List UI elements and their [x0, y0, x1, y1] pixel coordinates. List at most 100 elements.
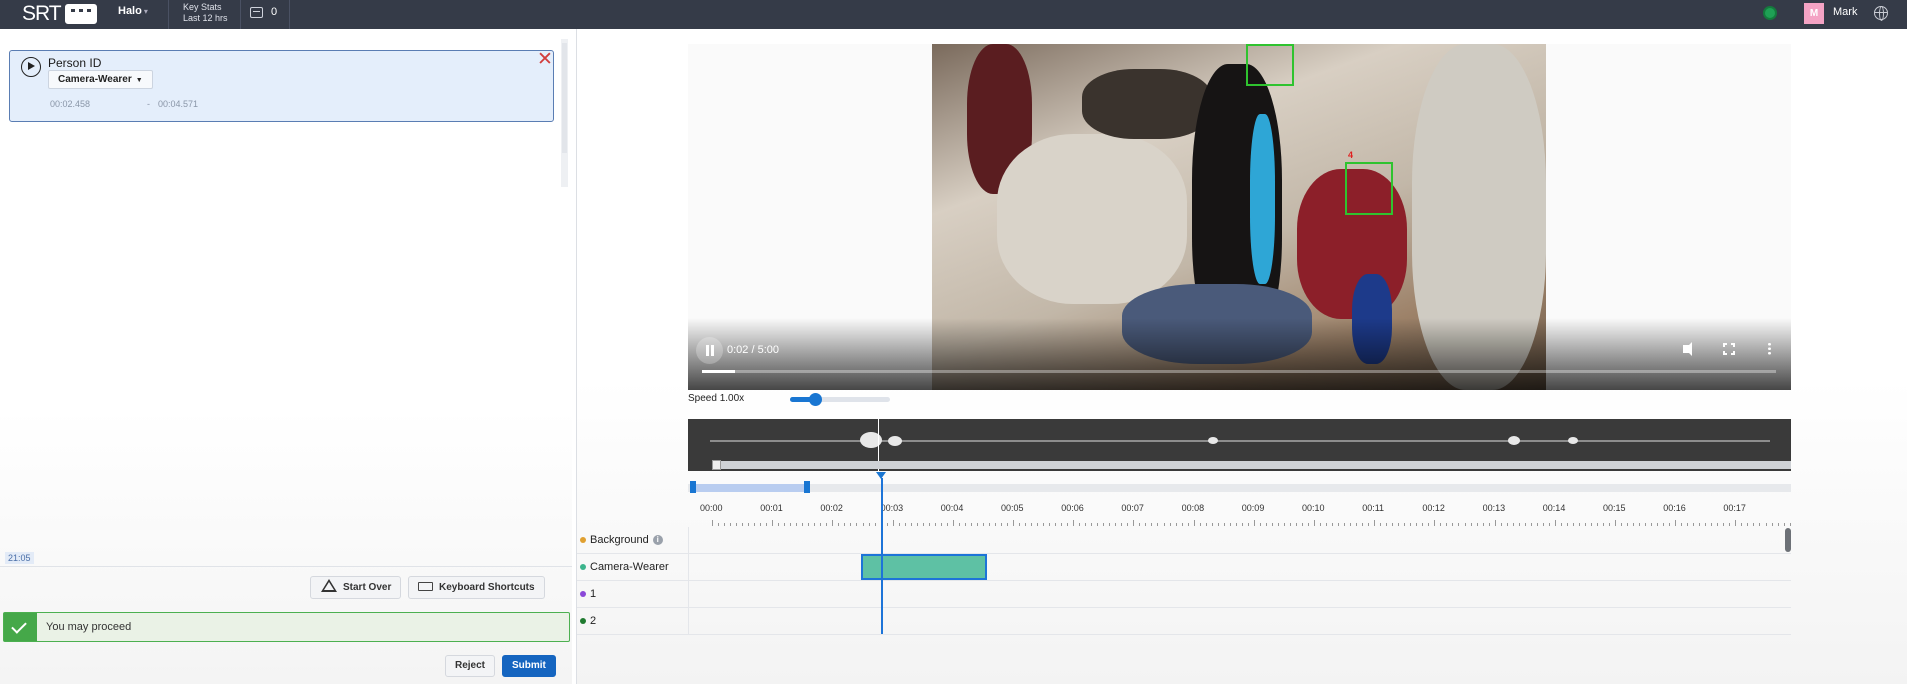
- timeline-tick-label: 00:12: [1422, 503, 1445, 513]
- timeline-tick: [1578, 523, 1580, 526]
- timeline-ruler[interactable]: 00:00 00:01 00:02 00:03 00:04 00:05 00:06 00:07…: [688, 500, 1791, 530]
- bounding-box-label: 4: [1348, 150, 1354, 160]
- timeline-tick: [1181, 523, 1183, 526]
- project-selector[interactable]: Halo ▾: [118, 5, 148, 17]
- waveform-scroll-handle[interactable]: [712, 460, 721, 470]
- timeline-tick: [1723, 523, 1725, 526]
- status-globe-icon[interactable]: [1763, 6, 1777, 20]
- track-label: 2: [580, 615, 596, 627]
- timeline-tick: [1103, 523, 1105, 526]
- timeline-tick: [1518, 523, 1520, 526]
- timeline-tick: [1067, 523, 1069, 526]
- timeline-tick: [1669, 523, 1671, 526]
- timeline-tick: [1338, 523, 1340, 526]
- start-over-button[interactable]: Start Over: [310, 576, 402, 599]
- more-options-icon[interactable]: [1768, 342, 1771, 355]
- app-logo[interactable]: SRT: [22, 1, 97, 27]
- face-bounding-box[interactable]: [1345, 162, 1393, 215]
- timeline-tick: [766, 523, 768, 526]
- timeline-tick: [1687, 523, 1689, 526]
- track-name: Background: [590, 534, 649, 546]
- delete-annotation-icon[interactable]: ✕: [537, 50, 553, 69]
- timeline-tick-label: 00:03: [880, 503, 904, 513]
- timeline-tick: [1464, 523, 1466, 526]
- timeline-tick: [1560, 523, 1562, 526]
- timeline-tick: [1211, 523, 1213, 526]
- track-lane[interactable]: [688, 608, 1791, 635]
- avatar[interactable]: M: [1804, 3, 1824, 24]
- track-color-dot: [580, 591, 586, 597]
- timeline-tick: [1049, 523, 1051, 526]
- timeline-playhead[interactable]: [881, 478, 883, 634]
- submit-button[interactable]: Submit: [502, 655, 556, 677]
- timeline-tick: [1217, 523, 1219, 526]
- timeline-tick: [1446, 523, 1448, 526]
- timeline-tick-label: 00:15: [1603, 503, 1626, 513]
- waveform-peak: [1568, 437, 1578, 444]
- timeline-tick-label: 00:02: [820, 503, 843, 513]
- camera-wearer-segment[interactable]: [861, 554, 987, 580]
- face-bounding-box[interactable]: [1246, 44, 1294, 86]
- timeline-tick: [1289, 523, 1291, 526]
- zoom-handle-right[interactable]: [803, 481, 810, 493]
- track-label: Camera-Wearer: [580, 561, 669, 573]
- label-select[interactable]: Camera-Wearer ▼: [48, 70, 153, 89]
- info-icon[interactable]: i: [652, 535, 663, 545]
- pause-icon[interactable]: [696, 337, 723, 364]
- panel-background: [0, 409, 572, 684]
- annotation-card[interactable]: Person ID ✕ Camera-Wearer ▼ 00:02.458 -00…: [9, 50, 554, 122]
- timeline-tick: [1440, 523, 1442, 526]
- timeline-tick: [748, 523, 750, 526]
- play-segment-icon[interactable]: [21, 57, 41, 77]
- speed-slider[interactable]: [790, 393, 890, 406]
- timeline-tick: [838, 523, 840, 526]
- track-lane[interactable]: [688, 554, 1791, 581]
- task-tray-button[interactable]: 0: [250, 6, 277, 18]
- annotation-list-scrollbar[interactable]: [561, 39, 568, 187]
- timeline-tick-label: 00:17: [1723, 503, 1746, 513]
- playhead-marker-icon[interactable]: [876, 472, 886, 479]
- speed-slider-thumb[interactable]: [809, 393, 822, 406]
- fullscreen-icon[interactable]: [1723, 343, 1735, 355]
- track-lane[interactable]: [688, 527, 1791, 554]
- timeline-zoom-range[interactable]: [690, 484, 807, 492]
- timeline-tick: [1747, 523, 1749, 526]
- timeline-tick: [1590, 523, 1592, 526]
- timeline-tick-label: 00:08: [1181, 503, 1205, 513]
- timeline-zoom-track[interactable]: [688, 484, 1791, 492]
- timeline-tick: [1344, 523, 1346, 526]
- segment-start-time[interactable]: 00:02.458: [50, 99, 90, 109]
- track-label: Background i: [580, 534, 663, 546]
- timeline-tick: [1043, 523, 1045, 526]
- zoom-handle-left[interactable]: [690, 481, 696, 493]
- video-progress-bar[interactable]: [702, 370, 1776, 373]
- timeline-tick: [1115, 523, 1117, 526]
- divider: [240, 0, 241, 29]
- waveform-scrollbar[interactable]: [712, 461, 1791, 469]
- timeline-tick: [1771, 523, 1773, 526]
- timeline-tick: [736, 523, 738, 526]
- segment-end-time[interactable]: -00:04.571: [147, 99, 198, 109]
- language-globe-icon[interactable]: [1874, 6, 1888, 21]
- timeline-tick: [1657, 523, 1659, 526]
- timeline-tick: [1235, 523, 1237, 526]
- timeline-tick: [1006, 523, 1008, 526]
- track-lane[interactable]: [688, 581, 1791, 608]
- timeline-tick: [820, 523, 822, 526]
- volume-icon[interactable]: [1683, 342, 1692, 356]
- timeline-tick: [1109, 523, 1111, 526]
- timeline-tick: [1645, 523, 1647, 526]
- tracks-scrollbar[interactable]: [1785, 528, 1791, 552]
- keyboard-shortcuts-button[interactable]: Keyboard Shortcuts: [408, 576, 545, 599]
- footer-divider: [0, 566, 572, 567]
- timeline-tick-label: 00:05: [1001, 503, 1024, 513]
- user-name[interactable]: Mark: [1833, 6, 1857, 18]
- timeline-tick: [1061, 523, 1063, 526]
- reject-button[interactable]: Reject: [445, 655, 496, 677]
- timeline-tick: [1199, 523, 1201, 526]
- timeline-tick: [946, 523, 948, 526]
- timeline-tick: [1434, 520, 1436, 526]
- proceed-message: You may proceed: [46, 621, 132, 633]
- timeline-tick: [1524, 523, 1526, 526]
- key-stats-button[interactable]: Key Stats Last 12 hrs: [183, 2, 228, 24]
